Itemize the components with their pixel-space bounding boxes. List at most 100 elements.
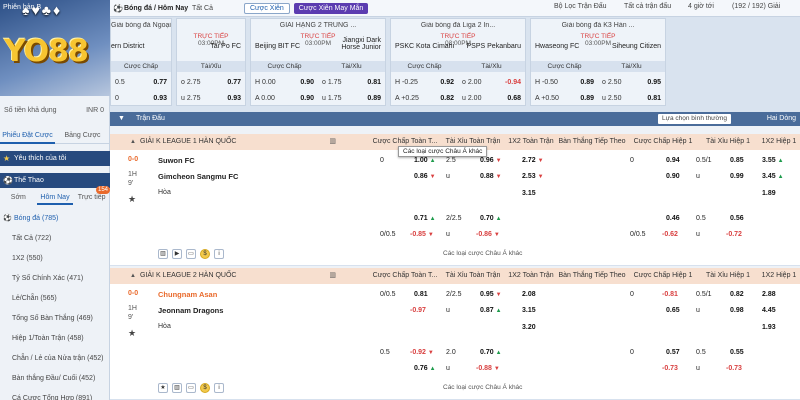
odd-cell[interactable]: -0.86 ▼ [476, 230, 500, 240]
league-select[interactable]: Tất Cả [192, 5, 240, 12]
odd-cell[interactable]: 2.88 [762, 290, 776, 300]
odd-cell[interactable]: 1.89 [762, 189, 776, 199]
odd-cell[interactable]: 0.56 [730, 214, 744, 224]
sidebar-item-correct-score[interactable]: Tỷ Số Chính Xác (471) [0, 269, 110, 289]
odd-cell[interactable]: 0.86 ▼ [414, 172, 436, 182]
stats-icon[interactable]: ▥ [329, 268, 336, 284]
stats-icon[interactable]: ▥ [329, 134, 336, 150]
card-odd[interactable]: 0.90 [300, 95, 314, 102]
sidebar-item-all[interactable]: Tất Cả (722) [0, 229, 110, 249]
card-odd[interactable]: 0.81 [367, 79, 381, 86]
odd-cell[interactable]: -0.62 [662, 230, 678, 240]
info-icon[interactable]: i [214, 383, 224, 393]
featured-card[interactable]: GIẢI HẠNG 2 TRUNG ... TRỰC TIẾP 03:00PM B… [250, 18, 386, 106]
odd-cell[interactable]: 3.15 [522, 189, 536, 199]
featured-card[interactable]: Giải bóng đá Ngoại h... ern District Cượ… [110, 18, 172, 106]
card-odd[interactable]: 0.90 [300, 79, 314, 86]
more-asian-bets-link[interactable]: Các loại cược Châu Á khác [443, 250, 522, 257]
card-odd[interactable]: 0.89 [367, 95, 381, 102]
card-odd[interactable]: 0.81 [647, 95, 661, 102]
more-asian-bets-link[interactable]: Các loại cược Châu Á khác [443, 384, 522, 391]
odd-cell[interactable]: 0.81 [414, 290, 428, 300]
card-odd[interactable]: 0.93 [153, 95, 167, 102]
sidebar-item-odd-even[interactable]: Lẻ/Chẵn (565) [0, 289, 110, 309]
odd-cell[interactable]: 0.70 ▲ [480, 214, 502, 224]
sidebar-item-total-goals[interactable]: Tổng Số Bàn Thắng (469) [0, 309, 110, 329]
card-odd[interactable]: 0.95 [647, 79, 661, 86]
sidebar-item-football[interactable]: ⚽ Bóng đá (785) [0, 209, 110, 229]
all-matches-select[interactable]: Tất cả trận đấu [624, 3, 671, 10]
odd-cell[interactable]: 2.72 ▼ [522, 156, 544, 166]
card-odd[interactable]: 0.77 [227, 79, 241, 86]
odd-cell[interactable]: -0.73 [726, 364, 742, 374]
stats-icon[interactable]: ▥ [172, 383, 182, 393]
odd-cell[interactable]: 0.99 [730, 172, 744, 182]
sidebar-item-half-odd-even[interactable]: Chẵn / Lẻ của Nửa trận (452) [0, 349, 110, 369]
card-odd[interactable]: 0.92 [440, 79, 454, 86]
odd-cell[interactable]: 0.88 ▼ [480, 172, 502, 182]
odd-cell[interactable]: 0.87 ▲ [480, 306, 502, 316]
odd-cell[interactable]: 3.45 ▲ [762, 172, 784, 182]
sidebar-item-first-last-goal[interactable]: Bàn thắng Đầu/ Cuối (452) [0, 369, 110, 389]
tab-live[interactable]: Trực tiếp 154 [73, 186, 111, 205]
odd-cell[interactable]: 0.46 [666, 214, 680, 224]
league-count[interactable]: (192 / 192) Giải [732, 3, 780, 10]
tab-bet-slip[interactable]: Phiếu Đặt Cược [0, 128, 55, 144]
favorite-star-icon[interactable]: ★ [128, 194, 136, 205]
odd-cell[interactable]: 2.53 ▼ [522, 172, 544, 182]
odd-cell[interactable]: -0.97 [410, 306, 426, 316]
tv-icon[interactable]: ▭ [186, 249, 196, 259]
tab-today[interactable]: Hôm Nay [36, 190, 74, 205]
lucky-parlay-button[interactable]: Cược Xiên May Mắn [293, 2, 369, 14]
tab-early[interactable]: Sớm [0, 190, 37, 205]
card-odd[interactable]: 0.89 [580, 79, 594, 86]
sports-header[interactable]: ⚽ Thể Thao [0, 173, 110, 188]
sidebar-item-1x2[interactable]: 1X2 (550) [0, 249, 110, 269]
odd-cell[interactable]: -0.88 ▼ [476, 364, 500, 374]
odd-cell[interactable]: -0.73 [662, 364, 678, 374]
odd-cell[interactable]: 0.96 ▼ [480, 156, 502, 166]
odd-cell[interactable]: 1.00 ▲ [414, 156, 436, 166]
tab-bet-list[interactable]: Bảng Cược [55, 128, 110, 144]
collapse-icon[interactable]: ▼ [118, 112, 125, 126]
odd-cell[interactable]: 0.85 [730, 156, 744, 166]
card-odd[interactable]: -0.94 [505, 79, 521, 86]
favorites-header[interactable]: ★ Yêu thích của tôi [0, 151, 110, 166]
odd-cell[interactable]: 0.76 ▲ [414, 364, 436, 374]
coin-icon[interactable]: $ [200, 249, 210, 259]
odd-cell[interactable]: -0.92 ▼ [410, 348, 434, 358]
odd-cell[interactable]: 0.57 [666, 348, 680, 358]
odd-cell[interactable]: 4.45 [762, 306, 776, 316]
odd-cell[interactable]: 3.55 ▲ [762, 156, 784, 166]
odd-cell[interactable]: 0.70 ▲ [480, 348, 502, 358]
view-select[interactable]: Lựa chọn bình thường [658, 114, 732, 124]
card-odd[interactable]: 0.82 [440, 95, 454, 102]
sidebar-item-ht-ft[interactable]: Hiệp 1/Toàn Trận (458) [0, 329, 110, 349]
odd-cell[interactable]: 0.55 [730, 348, 744, 358]
play-icon[interactable]: ▶ [172, 249, 182, 259]
featured-card[interactable]: Giải bóng đá Liga 2 In... TRỰC TIẾP 03:00… [390, 18, 526, 106]
card-odd[interactable]: 0.77 [153, 79, 167, 86]
card-odd[interactable]: 0.93 [227, 95, 241, 102]
tv-icon[interactable]: ▭ [186, 383, 196, 393]
match-filter-button[interactable]: Bộ Lọc Trận Đấu [554, 3, 607, 10]
card-odd[interactable]: 0.68 [507, 95, 521, 102]
featured-card[interactable]: Giải bóng đá K3 Hàn ... TRỰC TIẾP 03:00PM… [530, 18, 666, 106]
odd-cell[interactable]: 0.82 [730, 290, 744, 300]
odd-cell[interactable]: 1.93 [762, 323, 776, 333]
card-odd[interactable]: 0.89 [580, 95, 594, 102]
league-header[interactable]: GIẢI K LEAGUE 2 HÀN QUỐC ▥ Cược Chấp Toàn… [110, 268, 800, 284]
rows-select[interactable]: Hai Dòng [767, 112, 796, 126]
odd-cell[interactable]: 0.95 ▼ [480, 290, 502, 300]
odd-cell[interactable]: 0.90 [666, 172, 680, 182]
sidebar-item-mix-parlay[interactable]: Cá Cược Tổng Hợp (891) [0, 389, 110, 400]
coin-icon[interactable]: $ [200, 383, 210, 393]
favorite-star-icon[interactable]: ★ [158, 383, 168, 393]
odd-cell[interactable]: 0.94 [666, 156, 680, 166]
time-select[interactable]: 4 giờ tới [688, 3, 714, 10]
featured-card[interactable]: TRỰC TIẾP 03:00PM Tai Po FC Tài/Xỉu o 2.7… [176, 18, 246, 106]
favorite-star-icon[interactable]: ★ [128, 328, 136, 339]
odd-cell[interactable]: 3.15 [522, 306, 536, 316]
odd-cell[interactable]: 0.71 ▲ [414, 214, 436, 224]
odd-cell[interactable]: 0.98 [730, 306, 744, 316]
